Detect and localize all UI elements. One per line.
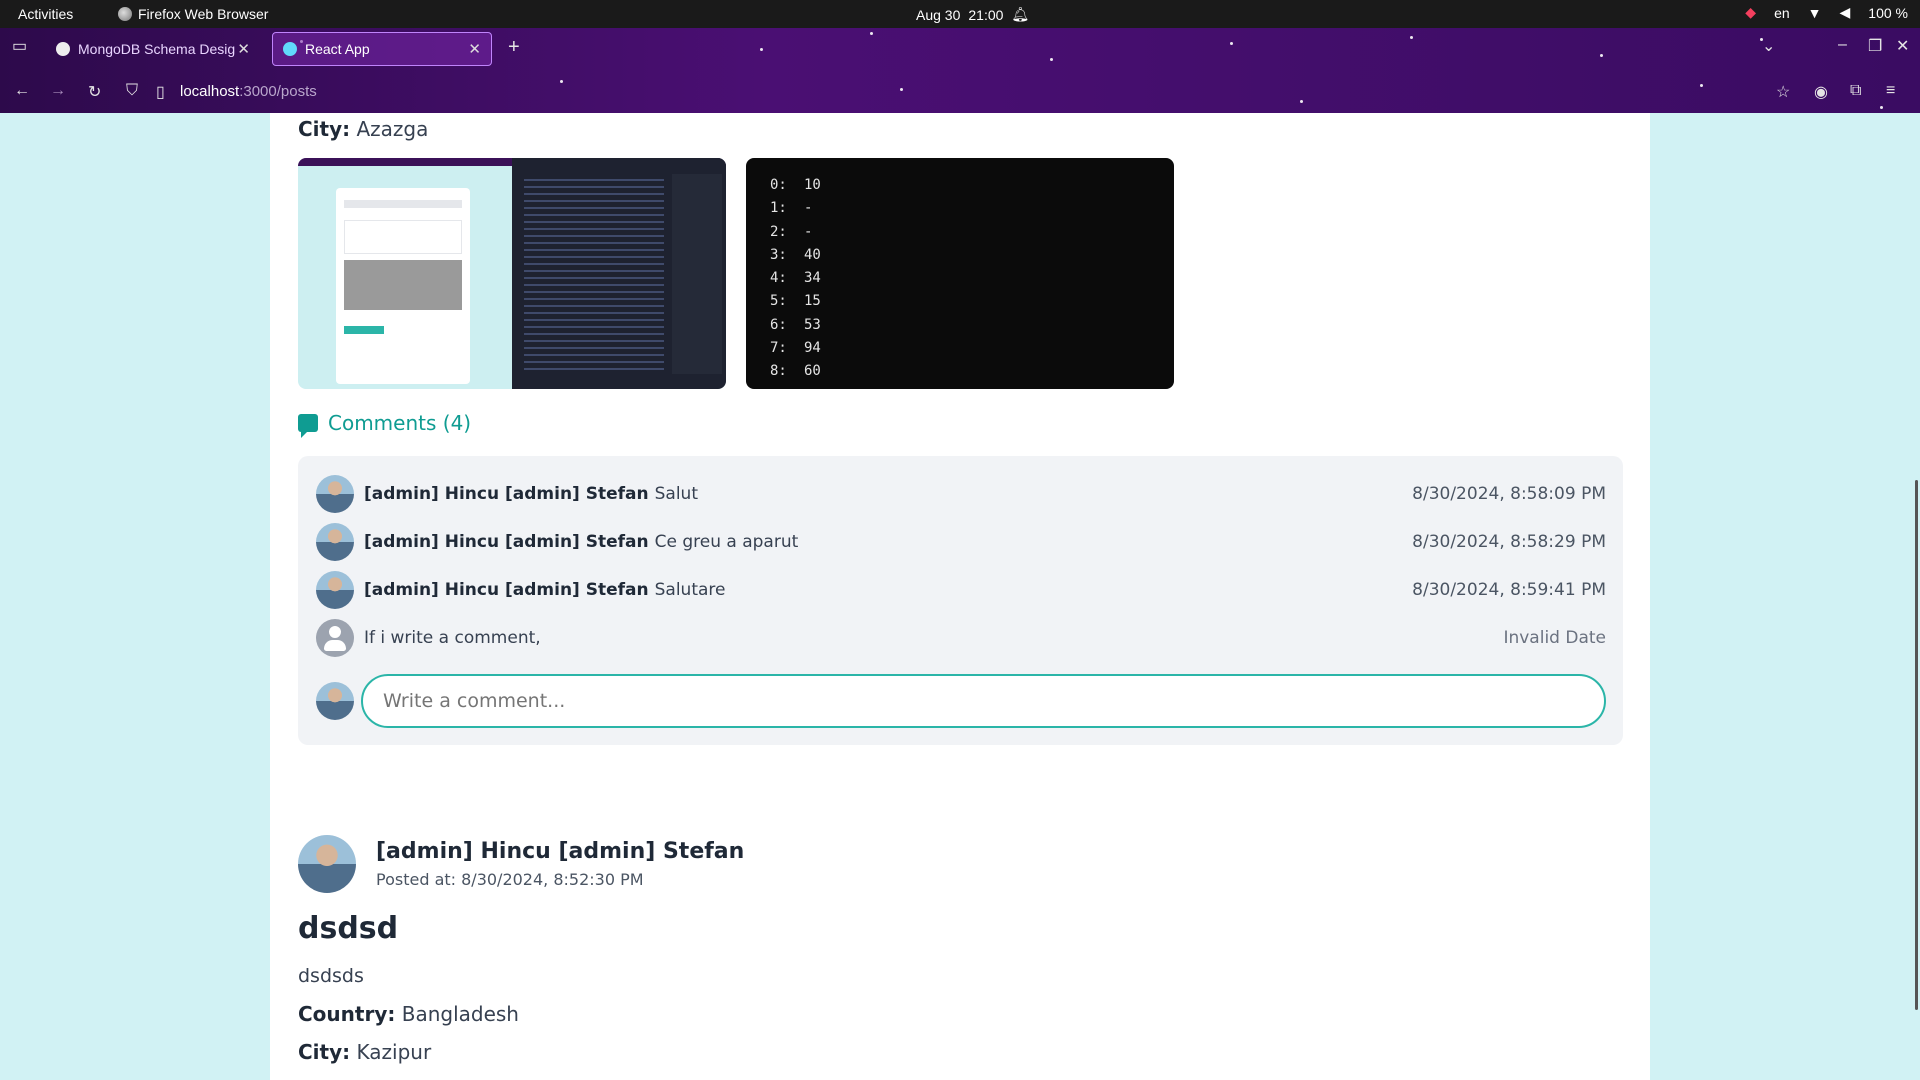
close-tab-icon[interactable]: ✕ (237, 40, 250, 58)
comment-item: [admin] Hincu [admin] Stefan Salut 8/30/… (316, 474, 1606, 514)
activities-button[interactable]: Activities (18, 6, 73, 22)
comment-text: Salutare (654, 580, 726, 600)
tab-overview-icon[interactable]: ▭ (12, 36, 27, 56)
avatar (316, 523, 354, 561)
city-value: Azazga (356, 117, 429, 141)
lang-label: en (1774, 4, 1790, 21)
comment-text: Ce greu a aparut (654, 532, 799, 552)
tab-strip: ▭ MongoDB Schema Desig ✕ React App ✕ + ⌄… (0, 28, 1920, 70)
country-value: Bangladesh (401, 1002, 519, 1026)
minimize-icon[interactable]: – (1838, 36, 1847, 54)
city-label: City: (298, 117, 351, 141)
post-photo[interactable] (298, 158, 726, 389)
app-menu[interactable]: Firefox Web Browser (118, 6, 268, 22)
comments-toggle-link[interactable]: Comments (4) (298, 411, 472, 438)
extensions-icon[interactable]: ⧉ (1850, 82, 1861, 100)
date-label: Aug 30 (916, 6, 961, 23)
account-icon[interactable]: ◉ (1814, 82, 1828, 102)
colorpicker-icon: ◆ (1745, 4, 1757, 20)
url-field[interactable]: localhost:3000/posts (180, 83, 317, 100)
comment-author: [admin] Hincu [admin] Stefan (364, 580, 649, 600)
shield-icon[interactable]: ⛉ (126, 82, 138, 100)
post-country: Country: Bangladesh (298, 1002, 519, 1026)
post-card: [admin] Hincu [admin] Stefan Posted at: … (270, 805, 1650, 1080)
navigation-bar: ← → ↻ ⛉ ▯ localhost:3000/posts ☆ ◉ ⧉ ≡ (0, 70, 1920, 113)
restore-icon[interactable]: ❐ (1868, 36, 1882, 56)
country-label: Country: (298, 1002, 396, 1026)
comments-count-label: Comments (4) (328, 411, 472, 435)
close-tab-icon[interactable]: ✕ (468, 40, 481, 58)
bell-icon: 🔔︎ (1011, 6, 1030, 22)
comment-item: [admin] Hincu [admin] Stefan Ce greu a a… (316, 522, 1606, 562)
city-label: City: (298, 1040, 351, 1064)
comment-date: 8/30/2024, 8:59:41 PM (1412, 580, 1606, 600)
menu-icon[interactable]: ≡ (1886, 82, 1895, 100)
favicon-icon (56, 42, 70, 56)
city-value: Kazipur (356, 1040, 432, 1064)
back-icon[interactable]: ← (14, 82, 30, 100)
battery-label: 100 % (1868, 4, 1908, 21)
comment-date: 8/30/2024, 8:58:29 PM (1412, 532, 1606, 552)
default-avatar-icon (316, 619, 354, 657)
post-content: dsdsds (298, 965, 364, 987)
volume-icon: ◀ (1839, 4, 1851, 20)
forward-icon[interactable]: → (50, 82, 66, 100)
close-window-icon[interactable]: ✕ (1896, 36, 1909, 56)
app-name: Firefox Web Browser (138, 6, 269, 22)
comment-item: [admin] Hincu [admin] Stefan Salutare 8/… (316, 570, 1606, 610)
page-viewport: City: Azazga 0:10 1:- 2:- 3:40 4:34 (0, 113, 1920, 1080)
system-top-bar: Activities Firefox Web Browser Aug 30 21… (0, 0, 1920, 28)
tab-mongodb[interactable]: MongoDB Schema Desig ✕ (46, 32, 260, 66)
tab-label: React App (305, 41, 370, 57)
post-header: [admin] Hincu [admin] Stefan Posted at: … (298, 835, 744, 893)
post-title: dsdsd (298, 911, 399, 946)
comments-panel: [admin] Hincu [admin] Stefan Salut 8/30/… (298, 456, 1623, 745)
avatar (316, 475, 354, 513)
avatar (316, 682, 354, 720)
comment-date: 8/30/2024, 8:58:09 PM (1412, 484, 1606, 504)
comment-text: If i write a comment, (364, 628, 541, 648)
comment-bubble-icon (298, 414, 318, 438)
avatar (316, 571, 354, 609)
page-scrollbar[interactable] (1915, 480, 1918, 1010)
tab-react-app[interactable]: React App ✕ (272, 32, 492, 66)
post-author: [admin] Hincu [admin] Stefan (376, 839, 745, 864)
post-card: City: Azazga 0:10 1:- 2:- 3:40 4:34 (270, 113, 1650, 888)
avatar (298, 835, 356, 893)
comment-item: If i write a comment, Invalid Date (316, 618, 1606, 658)
post-date: Posted at: 8/30/2024, 8:52:30 PM (376, 870, 644, 889)
comment-input[interactable] (361, 674, 1606, 728)
bookmark-star-icon[interactable]: ☆ (1776, 82, 1790, 102)
new-tab-icon[interactable]: + (508, 36, 520, 59)
page-icon: ▯ (156, 84, 165, 101)
comment-date: Invalid Date (1503, 628, 1606, 648)
comment-author: [admin] Hincu [admin] Stefan (364, 532, 649, 552)
tab-label: MongoDB Schema Desig (78, 41, 236, 57)
browser-chrome: ▭ MongoDB Schema Desig ✕ React App ✕ + ⌄… (0, 28, 1920, 113)
comment-text: Salut (654, 484, 698, 504)
firefox-icon (118, 7, 132, 21)
time-label: 21:00 (968, 6, 1004, 23)
terminal-output: 0: 10 1: - 2: - 3: 40 4: 34 5: 15 6: 53 7: 94 8:… (770, 177, 821, 380)
system-tray[interactable]: ◆ en ▼ ◀ 100 % (1745, 4, 1908, 21)
reload-icon[interactable]: ↻ (88, 82, 101, 102)
comment-author: [admin] Hincu [admin] Stefan (364, 484, 649, 504)
wifi-icon: ▼ (1807, 4, 1822, 21)
comment-composer (316, 674, 1606, 728)
clock[interactable]: Aug 30 21:00 🔔︎ (916, 6, 1029, 23)
url-path: :3000/posts (239, 83, 317, 100)
url-host: localhost (180, 83, 240, 100)
react-favicon-icon (283, 42, 297, 56)
post-city: City: Azazga (298, 117, 428, 141)
post-city: City: Kazipur (298, 1040, 431, 1064)
list-tabs-icon[interactable]: ⌄ (1762, 36, 1775, 56)
post-photo-terminal[interactable]: 0: 10 1: - 2: - 3: 40 4: 34 5: 15 6: 53 7: 94 8:… (746, 158, 1174, 389)
